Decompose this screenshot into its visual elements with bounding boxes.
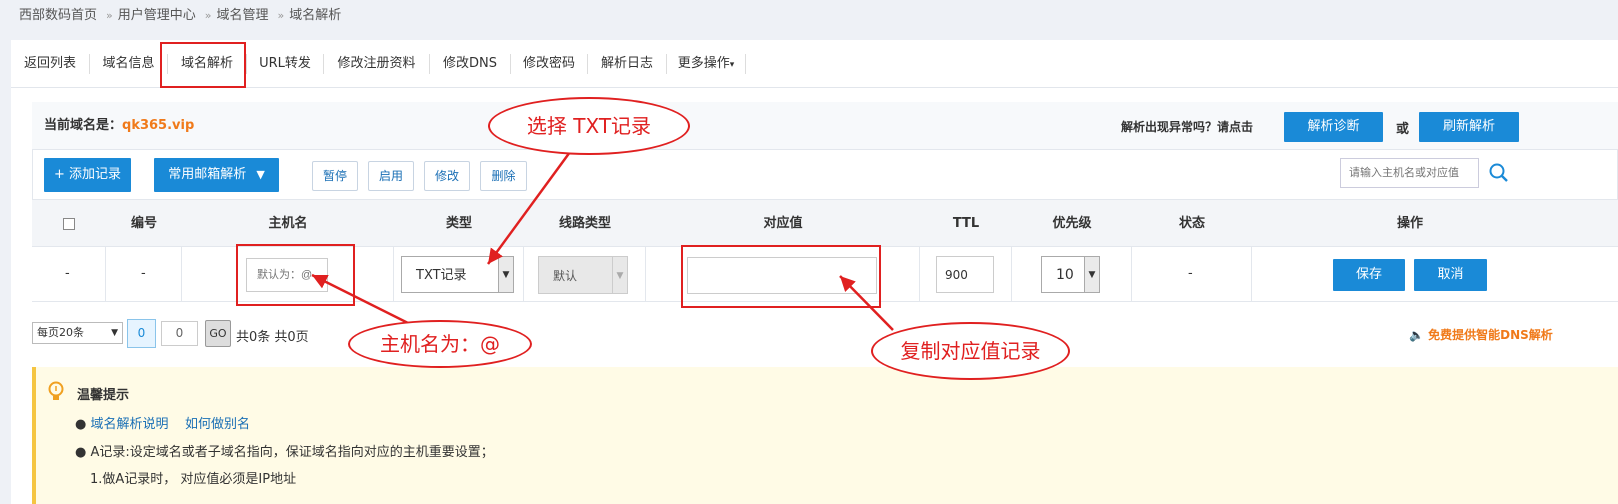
arrow-to-value [839,275,894,331]
arrow-to-type [486,151,572,265]
arrow-to-host [311,273,419,330]
annotation-select-txt: 选择 TXT记录 [488,97,690,155]
annotation-copy-value: 复制对应值记录 [871,322,1070,380]
annotation-host-at: 主机名为：@ [348,320,532,368]
annotation-arrows [311,151,894,331]
